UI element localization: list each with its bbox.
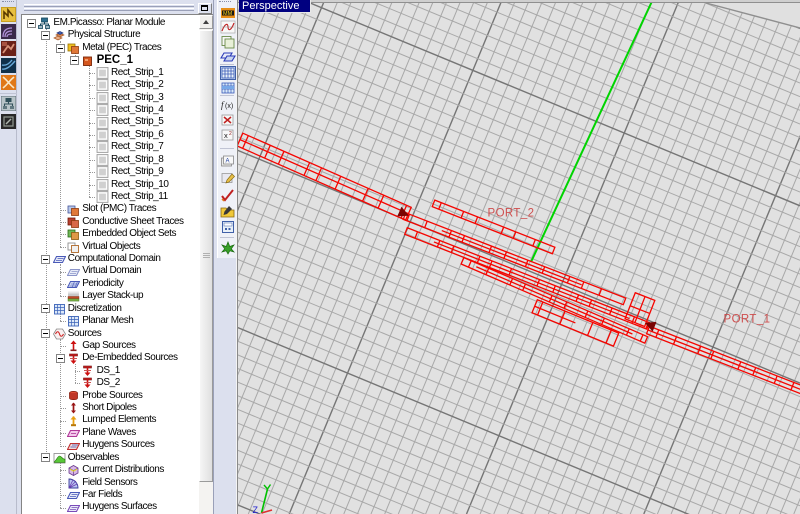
svg-text:MM: MM (223, 11, 233, 17)
svg-text:(x): (x) (225, 103, 233, 110)
svg-text:A: A (226, 159, 230, 165)
svg-text:2: 2 (229, 131, 232, 137)
svg-text:PORT_2: PORT_2 (488, 208, 535, 220)
svg-text:PORT_1: PORT_1 (724, 314, 771, 326)
svg-text:Z: Z (253, 505, 259, 514)
svg-text:x: x (224, 131, 228, 140)
